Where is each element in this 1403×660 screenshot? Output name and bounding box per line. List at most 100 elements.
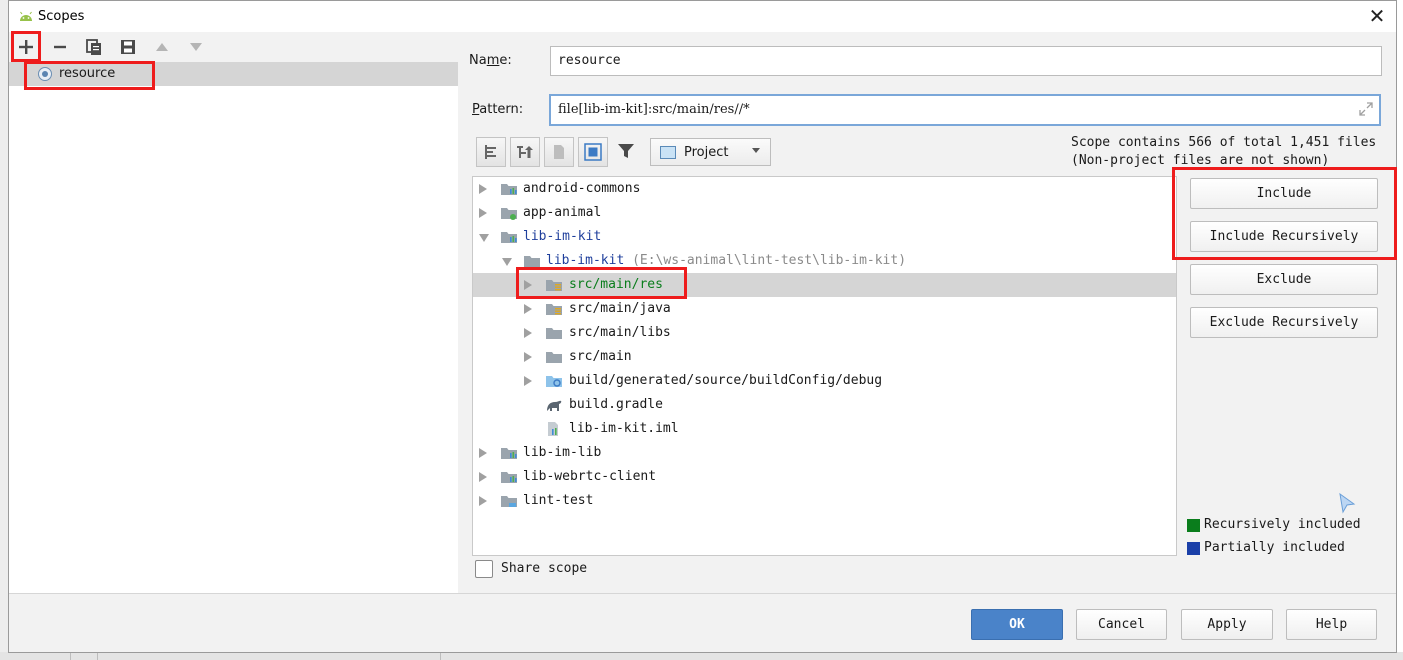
chevron-down-icon[interactable]: [479, 234, 489, 242]
filter-icon[interactable]: [617, 142, 639, 164]
group-by-module-icon[interactable]: [476, 137, 506, 167]
tree-item-path: (E:\ws-animal\lint-test\lib-im-kit): [624, 253, 907, 268]
tree-row[interactable]: src/main: [473, 345, 1176, 369]
cancel-button[interactable]: Cancel: [1076, 609, 1167, 640]
tree-row[interactable]: app-animal: [473, 201, 1176, 225]
tree-row[interactable]: lint-test: [473, 489, 1176, 513]
copy-icon[interactable]: [82, 35, 106, 59]
name-label: Name:: [469, 53, 512, 68]
folder-icon: [545, 349, 563, 365]
name-input[interactable]: resource: [550, 46, 1382, 76]
module-folder-icon: [500, 181, 518, 197]
chevron-down-icon[interactable]: [502, 258, 512, 266]
module-folder-icon: [500, 469, 518, 485]
help-button[interactable]: Help: [1286, 609, 1377, 640]
tree-item-label: lib-im-kit (E:\ws-animal\lint-test\lib-i…: [546, 253, 906, 268]
folder-icon: [523, 253, 541, 269]
tree-row[interactable]: src/main/libs: [473, 321, 1176, 345]
scope-radio-icon: [38, 67, 52, 81]
legend-swatch: [1187, 519, 1200, 532]
tree-row[interactable]: src/main/java: [473, 297, 1176, 321]
move-up-icon[interactable]: [150, 35, 174, 59]
chevron-right-icon[interactable]: [524, 304, 532, 314]
desktop-divider: [70, 652, 71, 660]
scope-list: resource: [9, 62, 458, 593]
flatten-packages-icon[interactable]: [510, 137, 540, 167]
tree-item-label: src/main: [569, 349, 632, 364]
tree-row[interactable]: src/main/res: [473, 273, 1176, 297]
tree-row[interactable]: build.gradle: [473, 393, 1176, 417]
chevron-right-icon[interactable]: [479, 496, 487, 506]
tree-item-name: lib-im-lib: [523, 445, 602, 460]
show-modules-icon[interactable]: [578, 137, 608, 167]
tree-item-name: lint-test: [523, 493, 594, 508]
chevron-right-icon[interactable]: [479, 448, 487, 458]
iml-file-icon: [545, 421, 563, 437]
include-recursively-button[interactable]: Include Recursively: [1190, 221, 1378, 252]
scope-list-panel: resource: [9, 32, 458, 593]
chevron-right-icon[interactable]: [524, 280, 532, 290]
tree-item-name: lib-webrtc-client: [523, 469, 657, 484]
chevron-right-icon[interactable]: [524, 328, 532, 338]
tree-row[interactable]: lib-im-kit (E:\ws-animal\lint-test\lib-i…: [473, 249, 1176, 273]
chevron-right-icon[interactable]: [479, 208, 487, 218]
remove-icon[interactable]: [48, 35, 72, 59]
desktop-left-strip: [0, 0, 8, 660]
window-title: Scopes: [38, 9, 85, 24]
ok-button[interactable]: OK: [971, 609, 1063, 640]
scopes-dialog: Scopes ✕ resource Name: resource Pattern…: [8, 0, 1397, 653]
tree-item-label: src/main/java: [569, 301, 671, 316]
tree-row[interactable]: lib-im-kit: [473, 225, 1176, 249]
show-files-icon[interactable]: [544, 137, 574, 167]
android-icon: [20, 11, 32, 21]
chevron-right-icon[interactable]: [524, 352, 532, 362]
file-tree: android-commons app-animal lib-im-kit lib-i…: [472, 176, 1177, 556]
apply-button[interactable]: Apply: [1181, 609, 1273, 640]
tree-row[interactable]: lib-im-lib: [473, 441, 1176, 465]
desktop-divider: [440, 652, 441, 660]
tree-item-name: android-commons: [523, 181, 641, 196]
scope-list-toolbar: [9, 32, 458, 62]
tree-item-label: build/generated/source/buildConfig/debug: [569, 373, 882, 388]
tree-row[interactable]: android-commons: [473, 177, 1176, 201]
chevron-right-icon[interactable]: [479, 184, 487, 194]
tree-item-name: build/generated/source/buildConfig/debug: [569, 373, 883, 388]
title-bar: Scopes ✕: [9, 1, 1396, 32]
project-view-icon: [660, 146, 676, 159]
add-icon[interactable]: [14, 35, 38, 59]
scope-info: Scope contains 566 of total 1,451 files (…: [1071, 134, 1376, 170]
tree-item-label: android-commons: [523, 181, 640, 196]
tree-row[interactable]: lib-im-kit.iml: [473, 417, 1176, 441]
app-module-folder-icon: [500, 205, 518, 221]
project-view-label: Project: [684, 145, 729, 160]
include-button[interactable]: Include: [1190, 178, 1378, 209]
gradle-icon: [545, 397, 563, 413]
tree-row[interactable]: build/generated/source/buildConfig/debug: [473, 369, 1176, 393]
desktop-divider: [97, 652, 98, 660]
legend-label: Partially included: [1204, 540, 1345, 555]
pattern-input[interactable]: file[lib-im-kit]:src/main/res//*: [549, 94, 1381, 126]
module-folder-icon: [500, 445, 518, 461]
checkbox[interactable]: [475, 560, 493, 578]
tree-item-label: lib-webrtc-client: [523, 469, 656, 484]
scope-item-resource[interactable]: resource: [9, 62, 458, 86]
tree-item-label: src/main/res: [569, 277, 663, 292]
save-icon[interactable]: [116, 35, 140, 59]
cursor-arrow-icon: [1337, 492, 1357, 514]
pattern-text: file[lib-im-kit]:src/main/res//*: [558, 102, 750, 117]
exclude-recursively-button[interactable]: Exclude Recursively: [1190, 307, 1378, 338]
scope-item-label: resource: [59, 66, 116, 81]
chevron-right-icon[interactable]: [479, 472, 487, 482]
tree-item-name: src/main/res: [569, 277, 663, 292]
close-icon[interactable]: ✕: [1364, 3, 1390, 29]
project-folder-icon: [500, 493, 518, 509]
scope-count-text: Scope contains 566 of total 1,451 files: [1071, 135, 1377, 150]
move-down-icon[interactable]: [184, 35, 208, 59]
expand-icon[interactable]: [1359, 102, 1373, 116]
chevron-right-icon[interactable]: [524, 376, 532, 386]
tree-item-label: lib-im-kit: [523, 229, 601, 244]
tree-row[interactable]: lib-webrtc-client: [473, 465, 1176, 489]
exclude-button[interactable]: Exclude: [1190, 264, 1378, 295]
desktop-bottom-strip: [0, 652, 1403, 660]
project-view-dropdown[interactable]: Project: [650, 138, 771, 166]
